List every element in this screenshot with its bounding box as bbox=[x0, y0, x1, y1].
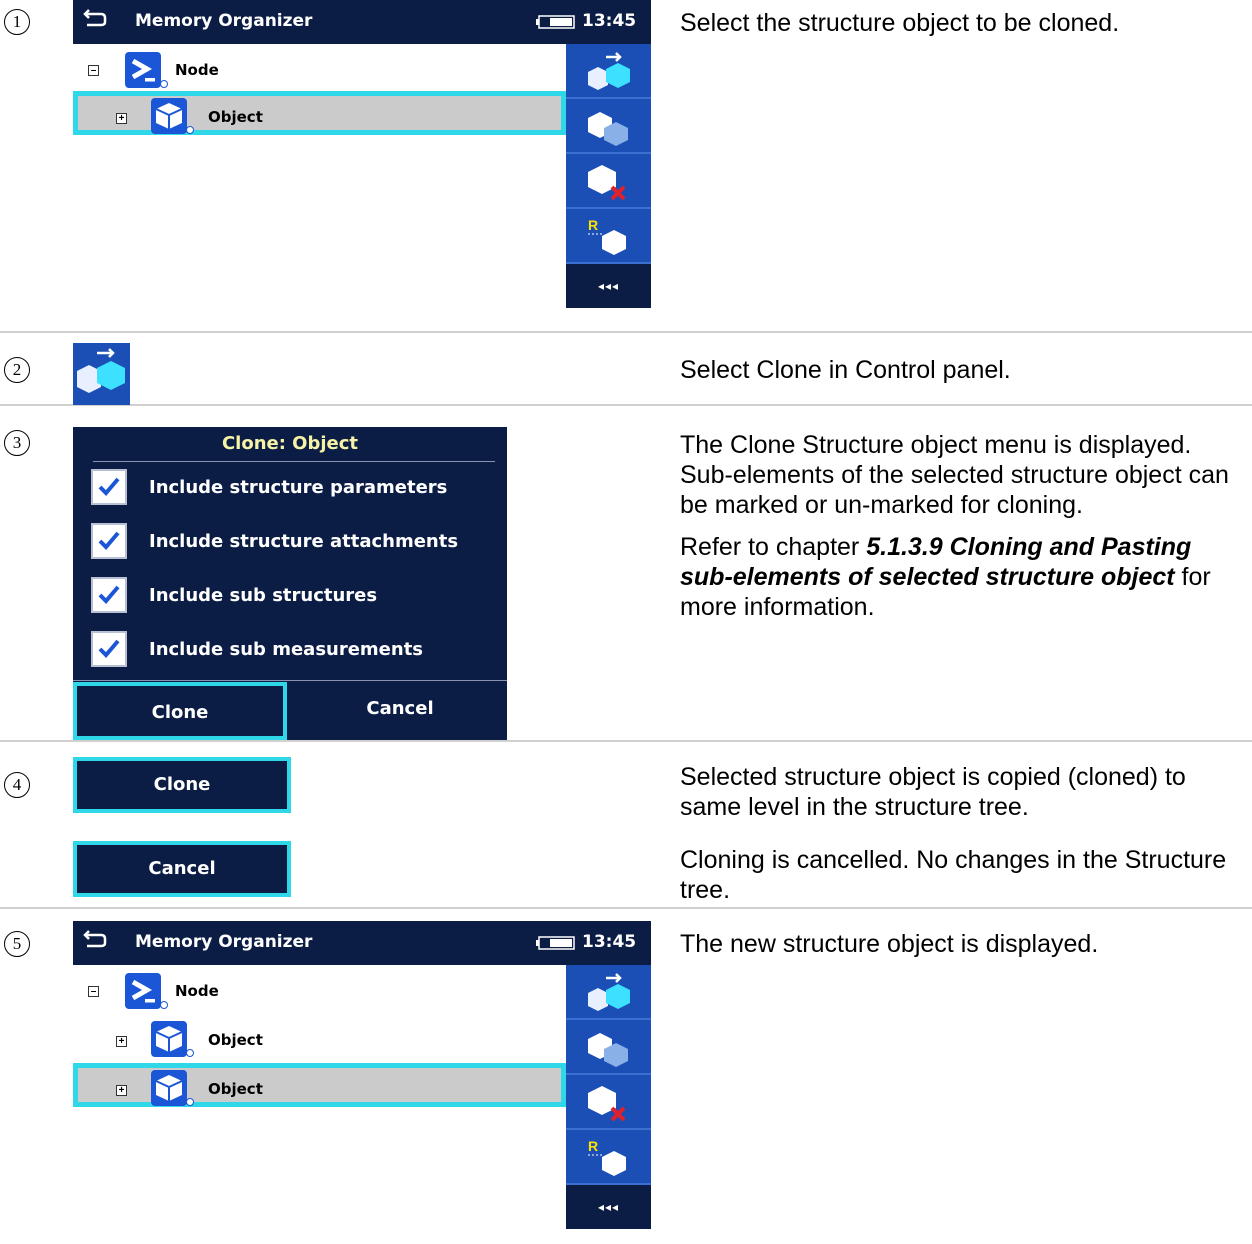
object-icon bbox=[151, 98, 194, 134]
control-panel: R ◂◂◂ bbox=[566, 965, 651, 1229]
delete-button[interactable] bbox=[566, 1075, 651, 1130]
copy-icon bbox=[588, 1033, 628, 1067]
tree-label-object: Object bbox=[208, 1031, 263, 1049]
step-4-clone-description: Selected structure object is copied (clo… bbox=[680, 763, 1186, 821]
tree-row-object[interactable]: + Object bbox=[73, 1014, 566, 1058]
delete-icon bbox=[588, 1086, 626, 1122]
clock: 13:45 bbox=[582, 11, 637, 31]
option-label: Include sub structures bbox=[149, 585, 378, 606]
step-3-reference: Refer to chapter 5.1.3.9 Cloning and Pas… bbox=[680, 533, 1211, 621]
option-sub-structures[interactable]: Include sub structures bbox=[91, 577, 501, 617]
object-icon bbox=[151, 1021, 194, 1057]
step-4-cancel-description: Cloning is cancelled. No changes in the … bbox=[680, 846, 1227, 904]
collapse-icon[interactable]: – bbox=[88, 65, 99, 76]
device-screen-after: Memory Organizer 13:45 – Node + Object +… bbox=[73, 921, 651, 1229]
checkbox[interactable] bbox=[91, 523, 127, 559]
clone-button-example[interactable]: Clone bbox=[73, 757, 291, 813]
step-1-description: Select the structure object to be cloned… bbox=[680, 9, 1120, 37]
option-structure-parameters[interactable]: Include structure parameters bbox=[91, 469, 501, 509]
step-number-5: 5 bbox=[4, 931, 30, 957]
step-5-description: The new structure object is displayed. bbox=[680, 930, 1099, 958]
step-2-description: Select Clone in Control panel. bbox=[680, 356, 1011, 384]
node-icon bbox=[125, 973, 168, 1009]
clone-icon bbox=[77, 348, 125, 393]
svg-text:R: R bbox=[588, 217, 598, 233]
copy-button[interactable] bbox=[566, 1020, 651, 1075]
screen-title: Memory Organizer bbox=[135, 932, 313, 952]
title-bar: Memory Organizer 13:45 bbox=[73, 0, 651, 44]
rename-icon: R bbox=[588, 217, 626, 255]
step-3-text: The Clone Structure object menu is displ… bbox=[680, 431, 1229, 519]
rename-icon: R bbox=[588, 1138, 626, 1176]
row-separator bbox=[0, 907, 1252, 909]
checkbox[interactable] bbox=[91, 631, 127, 667]
cancel-button-example[interactable]: Cancel bbox=[73, 841, 291, 897]
back-icon[interactable] bbox=[81, 4, 109, 32]
tree-label-object: Object bbox=[208, 1080, 263, 1098]
screen-title: Memory Organizer bbox=[135, 11, 313, 31]
more-button[interactable]: ◂◂◂ bbox=[566, 1185, 651, 1229]
delete-button[interactable] bbox=[566, 154, 651, 209]
control-panel: R ◂◂◂ bbox=[566, 44, 651, 308]
battery-icon bbox=[536, 15, 575, 29]
option-sub-measurements[interactable]: Include sub measurements bbox=[91, 631, 501, 671]
checkmark-icon bbox=[98, 531, 120, 550]
step-3-description: The Clone Structure object menu is displ… bbox=[680, 430, 1250, 622]
option-label: Include sub measurements bbox=[149, 639, 424, 660]
step-number-2: 2 bbox=[4, 357, 30, 383]
option-structure-attachments[interactable]: Include structure attachments bbox=[91, 523, 501, 563]
checkmark-icon bbox=[98, 585, 120, 604]
row-separator bbox=[0, 740, 1252, 742]
clock: 13:45 bbox=[582, 932, 637, 952]
device-screen-before: Memory Organizer 13:45 – Node + Object R bbox=[73, 0, 651, 308]
checkmark-icon bbox=[98, 477, 120, 496]
tree-row-object-selected[interactable]: + Object bbox=[73, 91, 566, 135]
collapse-icon[interactable]: – bbox=[88, 986, 99, 997]
back-icon[interactable] bbox=[81, 925, 109, 953]
rename-button[interactable]: R bbox=[566, 1130, 651, 1185]
clone-button[interactable] bbox=[566, 44, 651, 99]
node-icon bbox=[125, 52, 168, 88]
tree-row-node[interactable]: – Node bbox=[73, 44, 566, 88]
object-icon bbox=[151, 1070, 194, 1106]
title-bar: Memory Organizer 13:45 bbox=[73, 921, 651, 965]
battery-icon bbox=[536, 936, 575, 950]
step-number-1: 1 bbox=[4, 9, 30, 35]
tree-row-node[interactable]: – Node bbox=[73, 965, 566, 1009]
step-number-4: 4 bbox=[4, 772, 30, 798]
tree-row-object-cloned-selected[interactable]: + Object bbox=[73, 1063, 566, 1107]
option-label: Include structure parameters bbox=[149, 477, 448, 498]
svg-text:R: R bbox=[588, 1138, 598, 1154]
clone-button[interactable] bbox=[566, 965, 651, 1020]
dialog-divider bbox=[93, 461, 495, 462]
expand-icon[interactable]: + bbox=[116, 1036, 127, 1047]
dialog-button-divider bbox=[73, 680, 507, 681]
row-separator bbox=[0, 404, 1252, 406]
dialog-title: Clone: Object bbox=[221, 433, 359, 454]
copy-button[interactable] bbox=[566, 99, 651, 154]
clone-icon bbox=[588, 973, 630, 1011]
tree-label-node: Node bbox=[175, 982, 219, 1000]
checkmark-icon bbox=[98, 639, 120, 658]
clone-control-button[interactable] bbox=[73, 343, 130, 405]
copy-icon bbox=[588, 112, 628, 146]
tree-label-node: Node bbox=[175, 61, 219, 79]
dialog-clone-button[interactable]: Clone bbox=[73, 682, 287, 740]
more-button[interactable]: ◂◂◂ bbox=[566, 264, 651, 308]
expand-icon[interactable]: + bbox=[116, 113, 127, 124]
row-separator bbox=[0, 331, 1252, 333]
option-label: Include structure attachments bbox=[149, 531, 459, 552]
tree-label-object: Object bbox=[208, 108, 263, 126]
step-number-3: 3 bbox=[4, 430, 30, 456]
clone-dialog: Clone: Object Include structure paramete… bbox=[73, 427, 507, 740]
checkbox[interactable] bbox=[91, 577, 127, 613]
checkbox[interactable] bbox=[91, 469, 127, 505]
rename-button[interactable]: R bbox=[566, 209, 651, 264]
delete-icon bbox=[588, 165, 626, 201]
dialog-cancel-button[interactable]: Cancel bbox=[293, 682, 507, 740]
clone-icon bbox=[588, 52, 630, 90]
expand-icon[interactable]: + bbox=[116, 1085, 127, 1096]
